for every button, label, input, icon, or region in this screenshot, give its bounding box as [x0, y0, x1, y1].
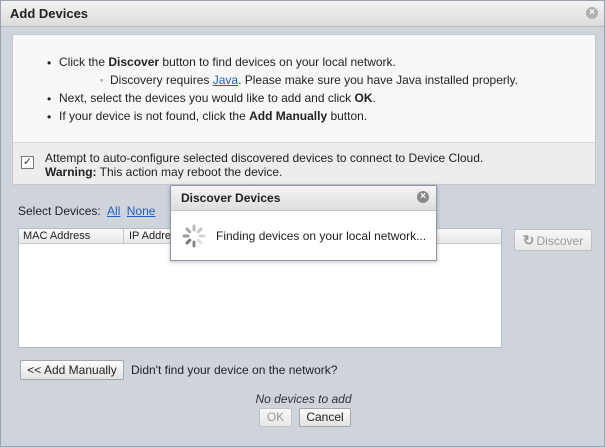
dialog-title: Add Devices: [10, 6, 89, 21]
select-all-link[interactable]: All: [107, 204, 120, 218]
close-icon[interactable]: ×: [586, 7, 598, 19]
discover-button[interactable]: ↻ Discover: [514, 229, 592, 251]
java-link[interactable]: Java: [213, 73, 238, 87]
auto-config-checkbox[interactable]: ✓: [21, 156, 34, 169]
auto-config-section: ✓ Attempt to auto-configure selected dis…: [13, 143, 595, 184]
auto-config-label: Attempt to auto-configure selected disco…: [45, 151, 484, 165]
instruction-line-3: Next, select the devices you would like …: [59, 91, 376, 105]
add-manually-button[interactable]: << Add Manually: [20, 360, 124, 380]
bullet-icon: •: [47, 56, 52, 70]
discover-dialog-title: Discover Devices: [181, 191, 281, 205]
loading-spinner-icon: [182, 224, 206, 248]
not-found-text: Didn't find your device on the network?: [131, 363, 338, 377]
instruction-line-4: If your device is not found, click the A…: [59, 109, 368, 123]
cancel-button[interactable]: Cancel: [299, 408, 351, 427]
select-devices-row: Select Devices: All None: [18, 204, 155, 218]
instruction-line-1: Click the Discover button to find device…: [59, 55, 396, 69]
no-devices-text: No devices to add: [255, 392, 352, 406]
discover-devices-dialog: Discover Devices × Finding devices on yo…: [170, 185, 437, 261]
instruction-line-2: Discovery requires Java. Please make sur…: [110, 73, 518, 87]
bullet-icon: •: [47, 110, 52, 124]
finding-devices-status: Finding devices on your local network...: [216, 229, 427, 243]
content-panel: • Click the Discover button to find devi…: [12, 34, 596, 185]
dialog-titlebar: Add Devices ×: [1, 1, 604, 27]
discover-dialog-titlebar: Discover Devices ×: [171, 186, 436, 211]
column-divider: [123, 229, 124, 243]
refresh-icon: ↻: [522, 232, 535, 248]
close-icon[interactable]: ×: [417, 191, 429, 203]
auto-config-text: Attempt to auto-configure selected disco…: [45, 151, 483, 179]
bullet-icon: •: [47, 92, 52, 106]
select-none-link[interactable]: None: [127, 204, 156, 218]
ok-button[interactable]: OK: [259, 408, 292, 427]
warning-line: Warning: This action may reboot the devi…: [45, 165, 283, 179]
select-devices-label: Select Devices:: [18, 204, 101, 218]
instructions-panel: • Click the Discover button to find devi…: [13, 35, 595, 143]
column-header-mac[interactable]: MAC Address: [23, 230, 90, 242]
sub-bullet-icon: ◦: [100, 75, 104, 85]
